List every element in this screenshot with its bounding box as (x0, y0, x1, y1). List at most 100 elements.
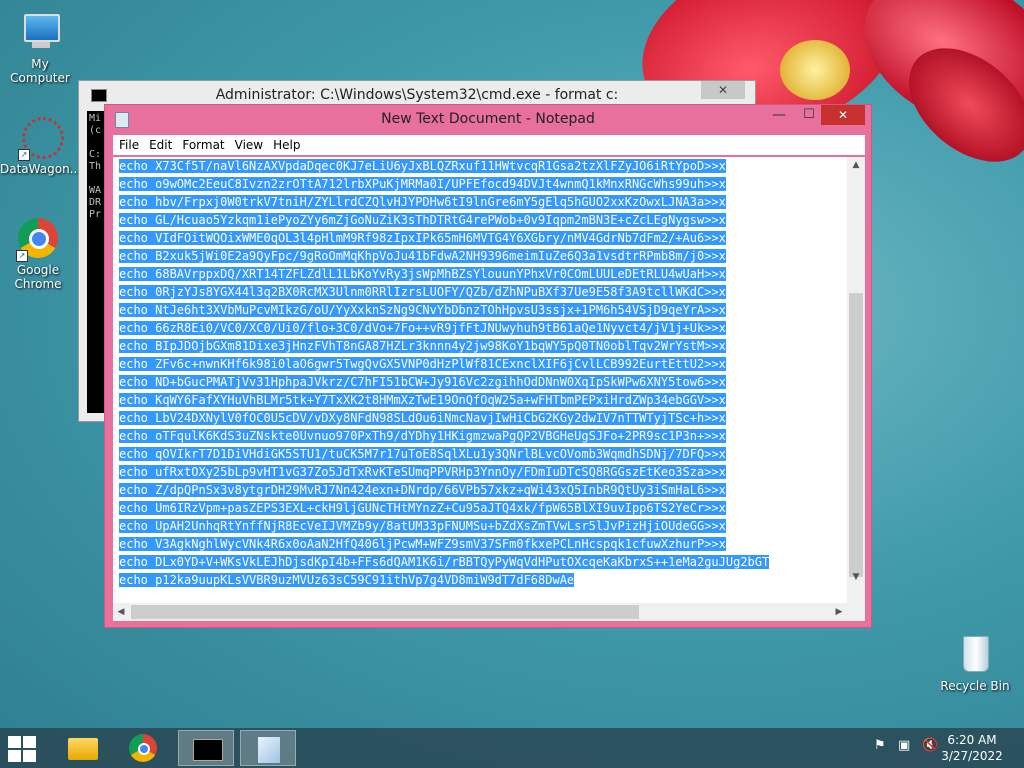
windows-logo-icon (23, 750, 36, 762)
taskbar-cmd[interactable] (178, 730, 234, 766)
selected-text: echo 68BAVrppxDQ/XRT14TZFLZdlL1LbKoYvRy3… (119, 267, 726, 281)
text-line: echo DLx0YD+V+WKsVkLEJhDjsdKpI4b+FFs6dQA… (113, 553, 847, 571)
menu-bar: File Edit Format View Help (113, 135, 865, 155)
minimize-button[interactable]: — (765, 105, 793, 125)
menu-view[interactable]: View (229, 135, 267, 155)
selected-text: echo UpAH2UnhqRtYnffNjR8EcVeIJVMZb9y/8at… (119, 519, 726, 533)
windows-logo-icon (23, 736, 36, 748)
selected-text: echo oTFqulK6KdS3uZNskte0Uvnuo970PxTh9/d… (119, 429, 726, 443)
text-line: echo KqWY6FafXYHuVhBLMr5tk+Y7TxXK2t8HMmX… (113, 391, 847, 409)
vertical-scrollbar[interactable]: ▲ ▼ (847, 157, 865, 603)
scroll-up-icon[interactable]: ▲ (847, 157, 865, 173)
desktop-icon-recycle-bin[interactable]: Recycle Bin (935, 632, 1015, 693)
selected-text: echo NtJe6ht3XVbMuPcvMIkzG/oU/YyXxknSzNg… (119, 303, 726, 317)
system-clock[interactable]: 6:20 AM 3/27/2022 (932, 732, 1012, 764)
computer-icon (18, 10, 62, 54)
shortcut-arrow-icon: ↗ (18, 149, 30, 161)
clock-time: 6:20 AM (947, 733, 997, 747)
text-line: echo BIpJDOjbGXm81Dixe3jHnzFVhT8nGA87HZL… (113, 337, 847, 355)
text-line: echo ND+bGucPMATjVv31HphpaJVkrz/C7hFI51b… (113, 373, 847, 391)
taskbar: ⚑ ▣ 🔇 6:20 AM 3/27/2022 (0, 728, 1024, 768)
desktop-icon-label: Google Chrome (14, 263, 62, 291)
windows-logo-icon (8, 736, 21, 748)
scrollbar-corner (847, 603, 865, 621)
chrome-icon: ↗ (16, 216, 60, 262)
selected-text: echo Um6IRzVpm+pasZEPS3EXL+ckH9ljGUNcTHt… (119, 501, 726, 515)
selected-text: echo 66zR8Ei0/VC0/XC0/Ui0/flo+3C0/dVo+7F… (119, 321, 726, 335)
text-line: echo oTFqulK6KdS3uZNskte0Uvnuo970PxTh9/d… (113, 427, 847, 445)
shortcut-arrow-icon: ↗ (16, 250, 28, 262)
text-line: echo 66zR8Ei0/VC0/XC0/Ui0/flo+3C0/dVo+7F… (113, 319, 847, 337)
text-line: echo Z/dpQPnSx3v8ytgrDH29MvRJ7Nn424exn+D… (113, 481, 847, 499)
recycle-bin-icon (953, 632, 997, 676)
network-icon[interactable]: ▣ (898, 738, 910, 753)
selected-text: echo hbv/Frpxj0W0trkV7tniH/ZYLlrdCZQlvHJ… (119, 195, 726, 209)
selected-text: echo Z/dpQPnSx3v8ytgrDH29MvRJ7Nn424exn+D… (119, 483, 726, 497)
scroll-down-icon[interactable]: ▼ (847, 569, 865, 585)
taskbar-notepad[interactable] (240, 730, 296, 766)
menu-help[interactable]: Help (267, 135, 304, 155)
notepad-window-title: New Text Document - Notepad (381, 111, 595, 127)
selected-text: echo LbV24DXNylV0fOC0U5cDV/vDXy8NFdN98SL… (119, 411, 726, 425)
menu-format[interactable]: Format (176, 135, 228, 155)
text-line: echo V3AgkNghlWycVNk4R6x0oAaN2HfQ406ljPc… (113, 535, 847, 553)
desktop-icon-datawagon[interactable]: ↗ DataWagon... (0, 115, 82, 176)
notepad-icon (115, 112, 129, 128)
maximize-button[interactable]: ☐ (795, 105, 823, 125)
desktop-icon-google-chrome[interactable]: ↗ Google Chrome (0, 216, 76, 291)
horizontal-scrollbar[interactable]: ◀ ▶ (113, 603, 847, 621)
selected-text: echo BIpJDOjbGXm81Dixe3jHnzFVhT8nGA87HZL… (119, 339, 726, 353)
selected-text: echo DLx0YD+V+WKsVkLEJhDjsdKpI4b+FFs6dQA… (119, 555, 770, 569)
desktop-icon-my-computer[interactable]: My Computer (0, 10, 80, 85)
menu-file[interactable]: File (113, 135, 143, 155)
scroll-right-icon[interactable]: ▶ (831, 603, 847, 621)
taskbar-file-explorer[interactable] (54, 730, 110, 766)
selected-text: echo qOVIkrT7D1DiVHdiGK5STU1/tuCK5M7r17u… (119, 447, 726, 461)
scroll-left-icon[interactable]: ◀ (113, 603, 129, 621)
flag-icon[interactable]: ⚑ (874, 738, 886, 753)
horizontal-scroll-thumb[interactable] (131, 605, 639, 619)
vertical-scroll-thumb[interactable] (849, 293, 863, 577)
clock-date: 3/27/2022 (941, 749, 1003, 763)
selected-text: echo X73Cf5T/naVl6NzAXVpdaDqec0KJ7eLiU6y… (119, 159, 726, 173)
selected-text: echo B2xuk5jWi0E2a9QyFpc/9gRoOmMqKhpVoJu… (119, 249, 726, 263)
text-area[interactable]: echo X73Cf5T/naVl6NzAXVpdaDqec0KJ7eLiU6y… (113, 157, 847, 603)
text-line: echo o9wOMc2EeuC8Ivzn2zrOTtA712lrbXPuKjM… (113, 175, 847, 193)
text-line: echo qOVIkrT7D1DiVHdiGK5STU1/tuCK5M7r17u… (113, 445, 847, 463)
selected-text: echo p12ka9uupKLsVVBR9uzMVUz63sC59C91ith… (119, 573, 575, 587)
selected-text: echo VIdFOitWQOixWME0qOL3l4pHlmM9Rf98zIp… (119, 231, 726, 245)
text-line: echo LbV24DXNylV0fOC0U5cDV/vDXy8NFdN98SL… (113, 409, 847, 427)
text-line: echo GL/Hcuao5Yzkqm1iePyoZYy6mZjGoNuZiK3… (113, 211, 847, 229)
cmd-close-button[interactable]: ✕ (701, 81, 745, 99)
selected-text: echo GL/Hcuao5Yzkqm1iePyoZYy6mZjGoNuZiK3… (119, 213, 726, 227)
text-editor[interactable]: echo X73Cf5T/naVl6NzAXVpdaDqec0KJ7eLiU6y… (113, 157, 865, 621)
text-line: echo 0RjzYJs8YGX44l3q2BX0RcMX3Ulnm0RRlIz… (113, 283, 847, 301)
text-line: echo ZFv6c+nwnKHf6k98i0laO6gwr5TwgQvGX5V… (113, 355, 847, 373)
text-line: echo ufRxtOXy25bLp9vHT1vG37Zo5JdTxRvKTeS… (113, 463, 847, 481)
selected-text: echo 0RjzYJs8YGX44l3q2BX0RcMX3Ulnm0RRlIz… (119, 285, 726, 299)
start-button[interactable] (6, 734, 40, 762)
desktop-icon-label: DataWagon... (0, 162, 82, 176)
text-line: echo hbv/Frpxj0W0trkV7tniH/ZYLlrdCZQlvHJ… (113, 193, 847, 211)
text-line: echo VIdFOitWQOixWME0qOL3l4pHlmM9Rf98zIp… (113, 229, 847, 247)
notepad-window[interactable]: New Text Document - Notepad — ☐ ✕ File Ed… (104, 104, 872, 628)
selected-text: echo ZFv6c+nwnKHf6k98i0laO6gwr5TwgQvGX5V… (119, 357, 726, 371)
desktop-icon-label: Recycle Bin (940, 679, 1010, 693)
selected-text: echo KqWY6FafXYHuVhBLMr5tk+Y7TxXK2t8HMmX… (119, 393, 726, 407)
selected-text: echo V3AgkNghlWycVNk4R6x0oAaN2HfQ406ljPc… (119, 537, 726, 551)
close-button[interactable]: ✕ (821, 105, 865, 125)
selected-text: echo ND+bGucPMATjVv31HphpaJVkrz/C7hFI51b… (119, 375, 726, 389)
text-line: echo Um6IRzVpm+pasZEPS3EXL+ckH9ljGUNcTHt… (113, 499, 847, 517)
taskbar-chrome[interactable] (116, 730, 172, 766)
text-line: echo X73Cf5T/naVl6NzAXVpdaDqec0KJ7eLiU6y… (113, 157, 847, 175)
text-line: echo B2xuk5jWi0E2a9QyFpc/9gRoOmMqKhpVoJu… (113, 247, 847, 265)
selected-text: echo o9wOMc2EeuC8Ivzn2zrOTtA712lrbXPuKjM… (119, 177, 726, 191)
text-line: echo NtJe6ht3XVbMuPcvMIkzG/oU/YyXxknSzNg… (113, 301, 847, 319)
notepad-titlebar[interactable]: New Text Document - Notepad — ☐ ✕ (105, 105, 871, 133)
cmd-icon (91, 89, 107, 102)
text-line: echo 68BAVrppxDQ/XRT14TZFLZdlL1LbKoYvRy3… (113, 265, 847, 283)
selected-text: echo ufRxtOXy25bLp9vHT1vG37Zo5JdTxRvKTeS… (119, 465, 726, 479)
menu-edit[interactable]: Edit (143, 135, 176, 155)
wallpaper-flower-center (780, 40, 850, 100)
windows-logo-icon (8, 750, 21, 762)
